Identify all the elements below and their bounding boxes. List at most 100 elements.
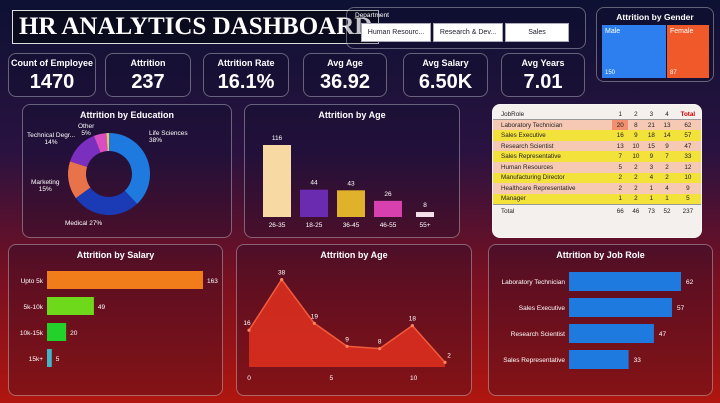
x-tick-label: 26-35 [269,222,286,229]
area-point[interactable] [280,278,284,282]
jobrole-bar[interactable] [569,298,672,317]
label-medical: Medical 27% [65,220,103,227]
bar-data-label: 62 [686,279,694,286]
jobrole-bar-chart: Laboratory Technician 62 Sales Executive 57… [502,272,694,369]
bar-data-label: 5 [56,356,60,363]
area-data-label: 16 [243,320,251,327]
department-option-rnd[interactable]: Research & Dev... [433,23,503,42]
age-bar-chart: 116 26-35 44 18-25 43 36-45 26 46-55 8 55+ [263,135,434,229]
age-area-chart: 16 38 19 9 8 18 2 0 5 10 [243,270,451,382]
kpi-value: 36.92 [319,71,371,93]
table-cell: 9 [628,130,644,141]
area-point[interactable] [443,360,447,364]
age-bar[interactable] [337,190,365,217]
salary-bar[interactable] [47,349,52,367]
table-cell: Sales Executive [493,130,613,141]
salary-bar[interactable] [47,271,203,289]
table-cell: 10 [628,140,644,152]
table-row[interactable]: Human Resources 5 2 3 2 12 [493,161,701,173]
table-cell: 4 [659,183,675,194]
area-point[interactable] [345,344,349,348]
salary-card: Attrition by Salary Upto 5k 163 5k-10k 49 10… [8,244,223,396]
age-bar[interactable] [263,145,291,217]
education-card: Attrition by Education Life Sciences 38% … [22,104,232,238]
kpi-attrition-rate: Attrition Rate 16.1% [203,53,289,97]
y-tick-label: Sales Representative [503,357,565,364]
jobrole-bar[interactable] [569,350,629,369]
salary-bar[interactable] [47,297,94,315]
department-option-hr[interactable]: Human Resourc... [361,23,431,42]
table-cell: Healthcare Representative [493,183,613,194]
kpi-label: Avg Age [327,58,363,68]
table-row[interactable]: Healthcare Representative 2 2 1 4 9 [493,183,701,194]
table-cell: Research Scientist [493,140,613,152]
table-row[interactable]: Manufacturing Director 2 2 4 2 10 [493,172,701,184]
table-cell: 66 [616,208,624,216]
table-header-row: JobRole 1 2 3 4 Total [493,109,701,120]
table-row[interactable]: Research Scientist 13 10 15 9 47 [493,140,701,152]
y-tick-label: Research Scientist [511,331,565,338]
header-cell[interactable]: 3 [644,109,660,120]
y-tick-label: Upto 5k [21,278,44,285]
header-cell[interactable]: JobRole [493,109,612,120]
age-bar-card: Attrition by Age 116 26-35 44 18-25 43 36-45 2… [244,104,460,238]
kpi-employee-count: Count of Employee 1470 [8,53,96,97]
salary-bar[interactable] [47,323,67,341]
area-point[interactable] [410,324,414,328]
x-tick-label: 10 [410,375,418,382]
table-cell: 33 [674,151,701,162]
table-cell: 9 [643,151,660,162]
gender-female-block[interactable]: Female 87 [667,25,709,78]
table-cell: 20 [612,119,629,131]
donut-slice[interactable] [109,133,150,204]
table-cell: 1 [612,193,629,205]
table-cell: Manager [493,193,613,205]
header-cell[interactable]: 2 [628,109,644,120]
table-cell: 2 [628,183,644,194]
kpi-avg-years: Avg Years 7.01 [501,53,585,97]
bar-data-label: 44 [310,180,318,187]
jobrole-bar[interactable] [569,272,681,291]
kpi-value: 7.01 [523,71,563,93]
kpi-label: Attrition [130,58,166,68]
table-cell: 2 [659,161,675,173]
bar-data-label: 49 [98,304,106,311]
area-point[interactable] [247,328,251,332]
area-data-label: 19 [311,313,319,320]
jobrole-bar[interactable] [569,324,654,343]
table-cell: Sales Representative [493,151,613,162]
header-cell[interactable]: 4 [659,109,675,120]
table-cell: 16 [612,130,629,141]
table-row[interactable]: Laboratory Technician 20 8 21 13 62 [493,119,701,131]
area-point[interactable] [312,321,316,325]
header-cell[interactable]: 1 [612,109,628,120]
jobrole-bar-title: Attrition by Job Role [556,250,645,260]
table-cell: Manufacturing Director [493,172,613,184]
gender-title: Attrition by Gender [616,12,694,22]
area-point[interactable] [378,347,382,351]
department-option-sales[interactable]: Sales [505,23,569,42]
header-cell[interactable]: Total [675,109,701,120]
age-bar[interactable] [374,200,402,217]
area-data-label: 8 [378,339,382,346]
label-life-sciences: Life Sciences 38% [149,130,188,144]
bar-data-label: 47 [659,331,667,338]
age-bar[interactable] [300,189,328,217]
table-row[interactable]: Sales Executive 16 9 18 14 57 [493,130,701,141]
table-cell: 62 [674,119,701,131]
gender-male-block[interactable]: Male 150 [602,25,666,78]
table-cell: 2 [628,161,644,173]
gender-female-value: 87 [670,70,677,76]
age-area-card: Attrition by Age 16 38 19 9 8 18 2 0 5 10 [236,244,472,396]
age-bar[interactable] [416,212,434,217]
kpi-label: Attrition Rate [217,58,275,68]
table-row[interactable]: Sales Representative 7 10 9 7 33 [493,151,701,162]
table-row[interactable]: Manager 1 2 1 1 5 [493,193,701,205]
kpi-value: 1470 [29,71,75,93]
table-cell: 2 [612,172,629,184]
gender-female-label: Female [670,28,694,35]
gender-male-value: 150 [605,70,616,76]
kpi-value: 6.50K [418,71,473,93]
y-tick-label: 5k-10k [23,304,43,311]
table-cell: Total [501,208,515,216]
